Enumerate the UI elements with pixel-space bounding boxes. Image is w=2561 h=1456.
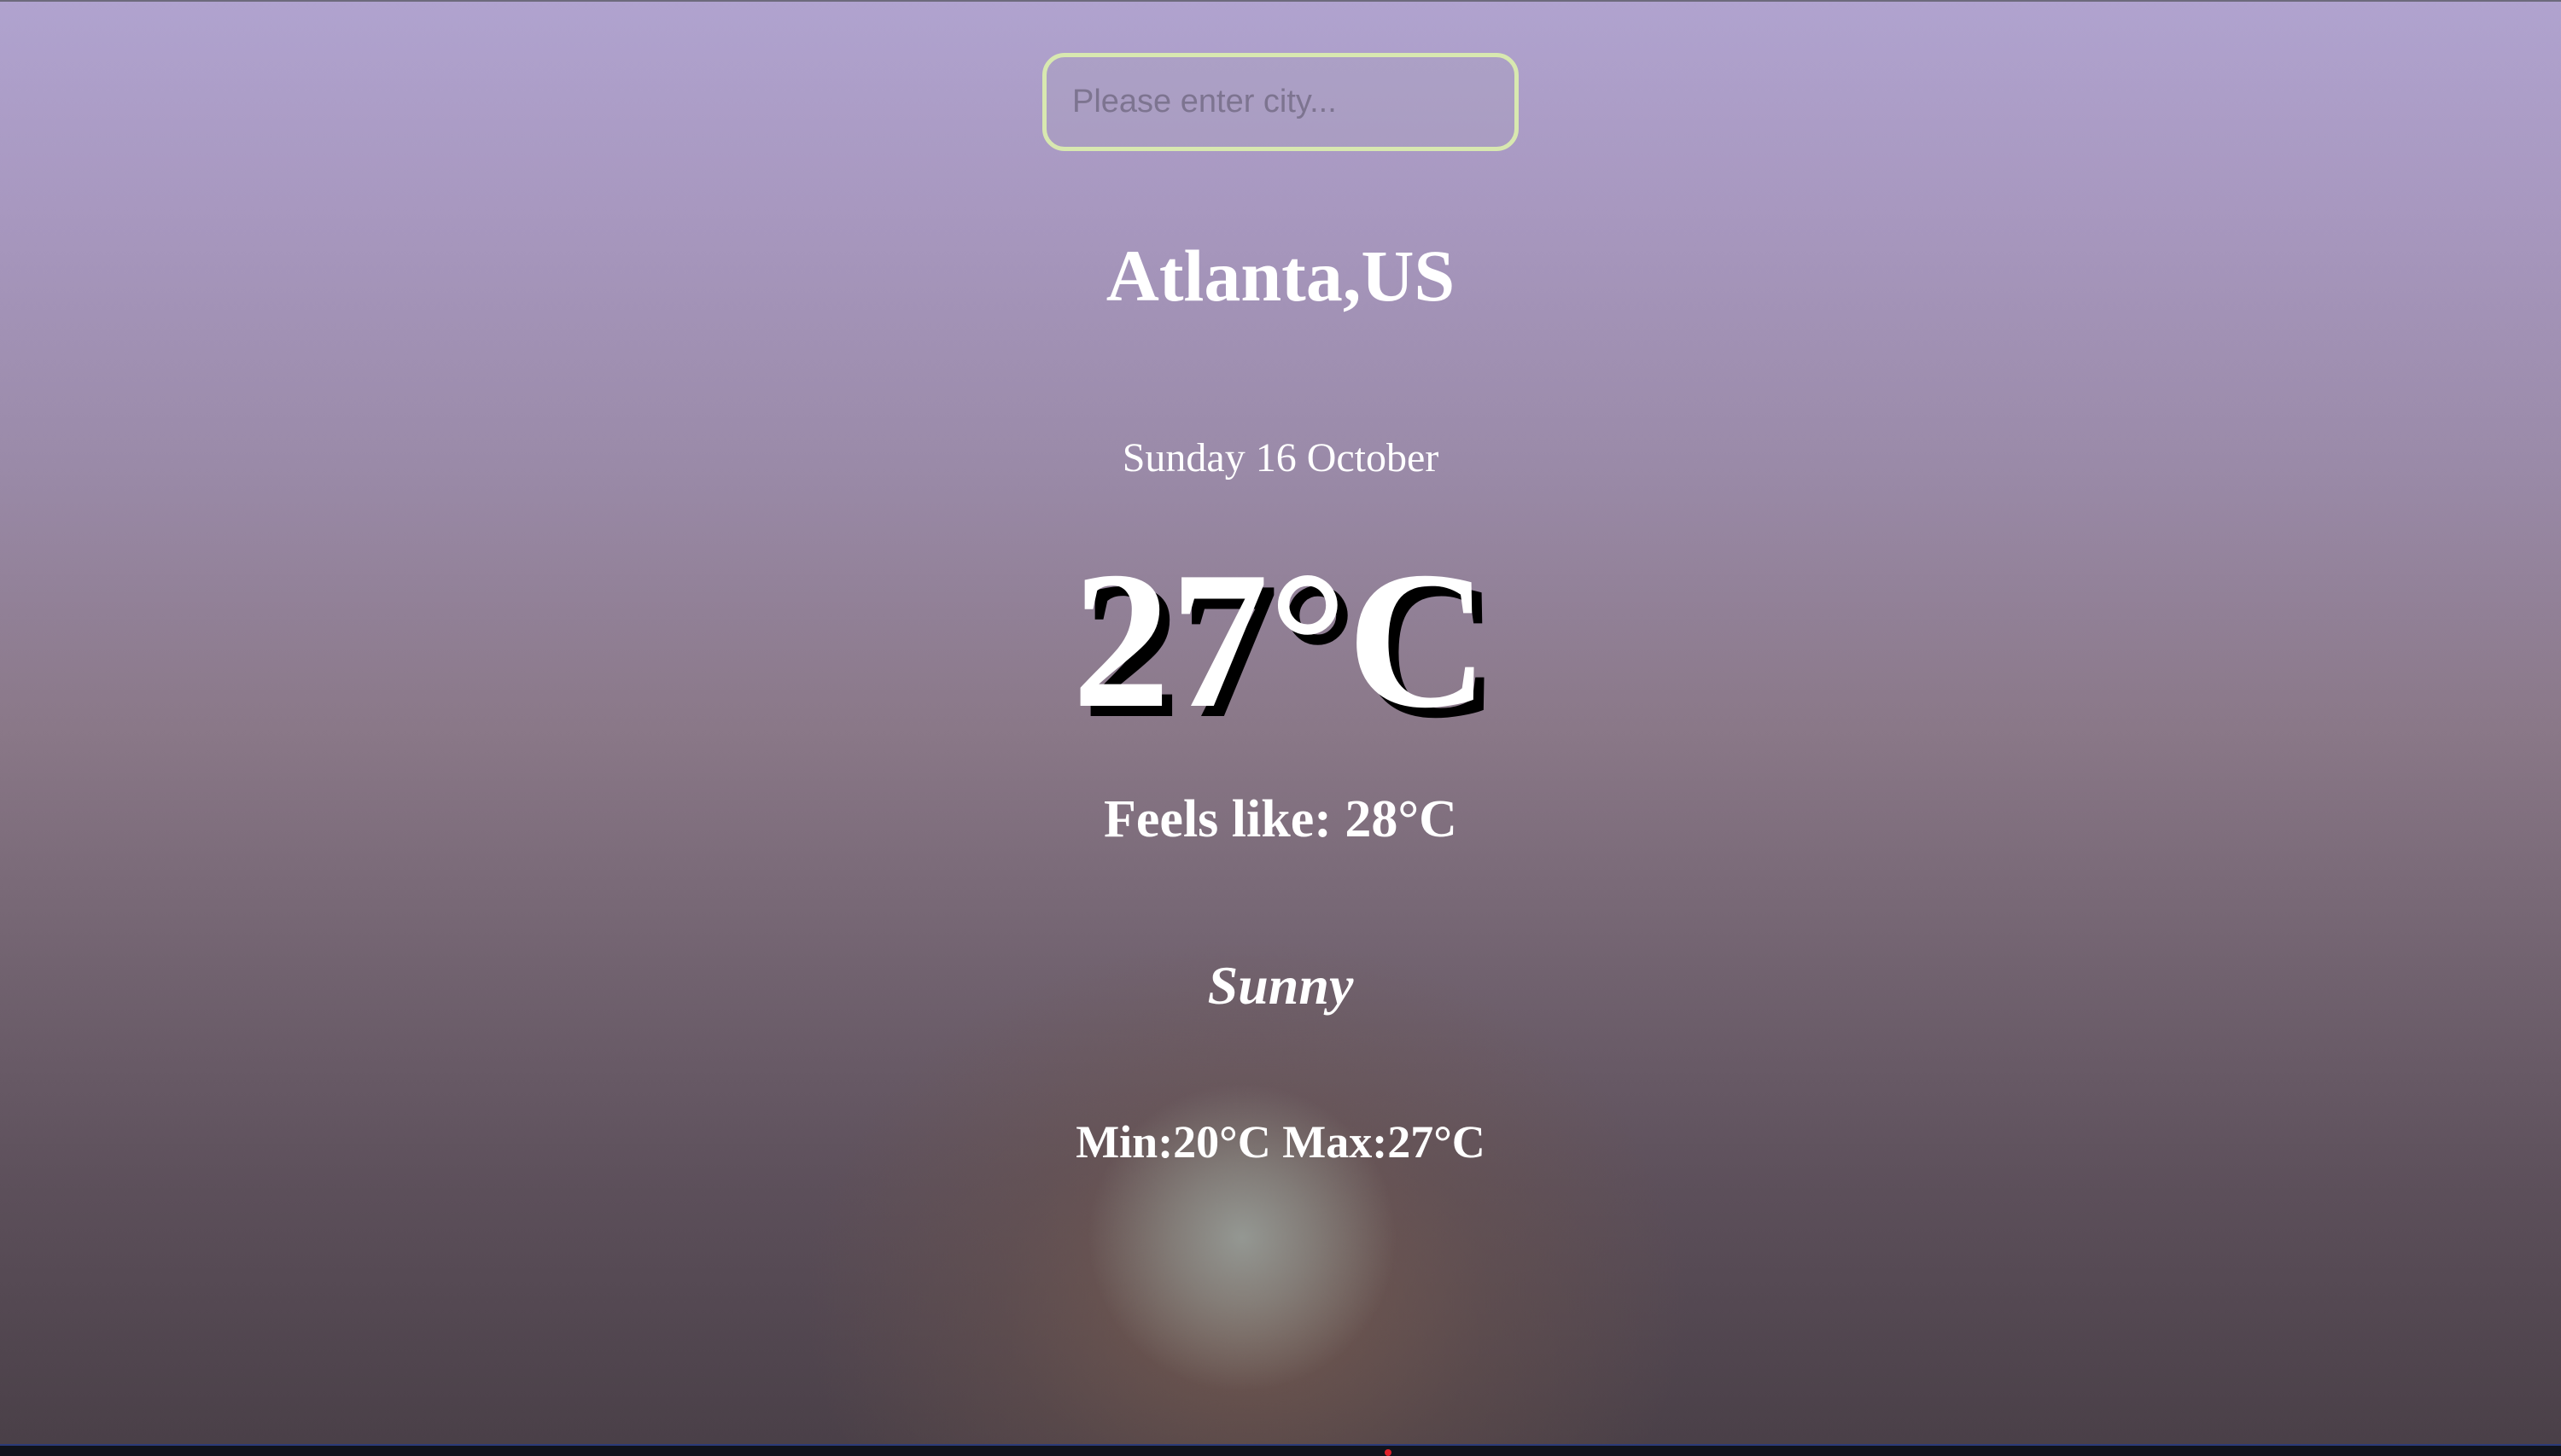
weather-condition: Sunny xyxy=(1207,955,1354,1016)
current-date: Sunday 16 October xyxy=(1122,435,1439,480)
location-title: Atlanta,US xyxy=(1105,235,1456,317)
feels-like-temperature: Feels like: 28°C xyxy=(1104,790,1457,848)
search-box xyxy=(1042,53,1519,151)
bottom-indicator-dot xyxy=(1385,1449,1391,1456)
current-temperature: 27°C xyxy=(1071,531,1490,748)
top-border xyxy=(0,0,2561,2)
min-max-temperature: Min:20°C Max:27°C xyxy=(1076,1116,1485,1168)
city-search-input[interactable] xyxy=(1042,53,1519,151)
bottom-bar xyxy=(0,1444,2561,1456)
